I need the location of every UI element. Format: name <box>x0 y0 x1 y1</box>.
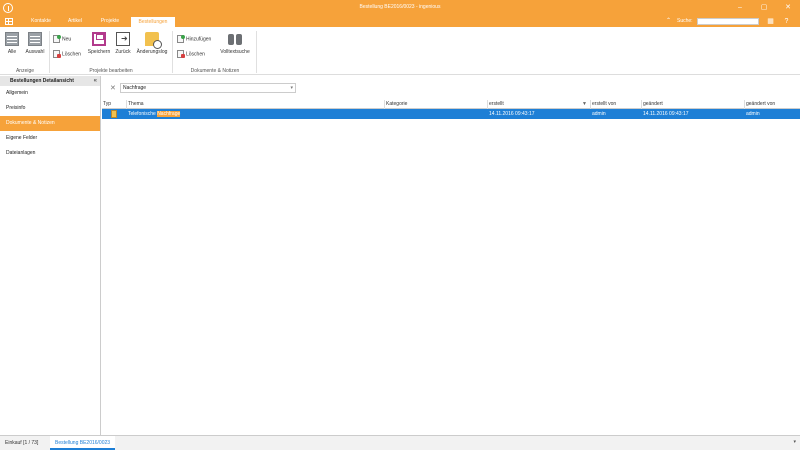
clear-filter-icon[interactable]: ✕ <box>110 84 116 92</box>
change-log-icon <box>145 32 162 49</box>
cell-kategorie <box>385 109 488 119</box>
zurueck-button-label: Zurück <box>115 49 131 55</box>
window-title: Bestellung BE2016/0023 - ingenious <box>359 4 441 10</box>
maximize-icon[interactable]: ▢ <box>756 2 772 13</box>
zurueck-button[interactable]: Zurück <box>113 32 133 55</box>
aenderungslog-button-label: Änderungslog <box>136 49 168 55</box>
dokument-loeschen-button-label: Löschen <box>186 51 205 58</box>
group-label-dokumente: Dokumente & Notizen <box>190 68 240 74</box>
neu-button-label: Neu <box>62 36 72 43</box>
minimize-icon[interactable]: – <box>732 2 748 13</box>
sidebar-item-dateianlagen[interactable]: Dateianlagen <box>0 146 100 161</box>
col-erstellt-label: erstellt <box>489 101 504 107</box>
aenderungslog-button[interactable]: Änderungslog <box>134 32 170 55</box>
sort-desc-icon: ▼ <box>582 101 587 107</box>
hinzufuegen-button-label: Hinzufügen <box>186 36 212 43</box>
neu-button[interactable]: Neu <box>53 35 71 43</box>
tab-projekte[interactable]: Projekte <box>93 16 127 27</box>
table-row[interactable]: Telefonische Nachfrage 14.11.2016 09:43:… <box>102 109 800 119</box>
app-menu-icon[interactable] <box>5 18 13 25</box>
help-icon[interactable]: ? <box>782 17 791 26</box>
tab-kontakte[interactable]: Kontakte <box>25 16 57 27</box>
tab-bestellungen[interactable]: Bestellungen <box>130 16 176 27</box>
sidebar-title: Bestellungen Detailansicht <box>10 78 74 84</box>
col-typ[interactable]: Typ <box>102 100 127 109</box>
volltextsuche-button-label: Volltextsuche <box>220 49 250 55</box>
speichern-button-label: Speichern <box>87 49 111 55</box>
group-label-anzeige: Anzeige <box>15 68 35 74</box>
speichern-button[interactable]: Speichern <box>86 32 112 55</box>
collapse-sidebar-icon[interactable]: « <box>94 76 97 86</box>
col-geaendert-von[interactable]: geändert von <box>745 100 800 109</box>
auswahl-button[interactable]: Auswahl <box>24 32 46 55</box>
col-kategorie[interactable]: Kategorie <box>385 100 488 109</box>
volltextsuche-button[interactable]: Volltextsuche <box>218 32 252 55</box>
ribbon: Alle Auswahl Anzeige Neu Löschen Speiche… <box>0 27 800 75</box>
add-document-icon <box>177 35 185 43</box>
notes-table: Typ Thema Kategorie erstellt ▼ erstellt … <box>102 100 800 119</box>
chevron-down-icon[interactable]: ▾ <box>793 439 796 445</box>
loeschen-button-label: Löschen <box>62 51 81 58</box>
filter-bar: ✕ Nachfrage ▾ <box>102 76 800 100</box>
dokument-loeschen-button[interactable]: Löschen <box>177 50 205 58</box>
col-erstellt-von[interactable]: erstellt von <box>591 100 642 109</box>
settings-icon[interactable]: ▦ <box>766 17 775 26</box>
group-separator <box>172 31 173 73</box>
alle-button-label: Alle <box>7 49 17 55</box>
ribbon-tab-row: Kontakte Artikel Projekte Bestellungen ⌃… <box>0 16 800 27</box>
group-separator <box>49 31 50 73</box>
delete-document-icon <box>53 50 61 58</box>
col-erstellt[interactable]: erstellt ▼ <box>488 100 591 109</box>
sidebar-item-dokumente[interactable]: Dokumente & Notizen <box>0 116 100 131</box>
collapse-ribbon-icon[interactable]: ⌃ <box>666 17 671 24</box>
group-separator <box>256 31 257 73</box>
chevron-down-icon[interactable]: ▾ <box>290 84 293 92</box>
delete-note-icon <box>177 50 185 58</box>
cell-thema: Telefonische Nachfrage <box>127 109 385 119</box>
cell-geaendert-von: admin <box>746 111 760 117</box>
cell-erstellt-von: admin <box>592 111 606 117</box>
grid-selection-icon <box>28 32 42 46</box>
sidebar-item-eigene-felder[interactable]: Eigene Felder <box>0 131 100 146</box>
tab-artikel[interactable]: Artikel <box>60 16 90 27</box>
sidebar-item-allgemein[interactable]: Allgemein <box>0 86 100 101</box>
cell-geaendert: 14.11.2016 09:43:17 <box>643 111 689 117</box>
detail-sidebar: Bestellungen Detailansicht « Allgemein P… <box>0 76 101 435</box>
new-document-icon <box>53 35 61 43</box>
doc-tab-einkauf[interactable]: Einkauf [1 / 73] <box>0 436 43 450</box>
group-label-projekte: Projekte bearbeiten <box>89 68 133 74</box>
search-label: Suche: <box>677 18 693 24</box>
thema-text: Telefonische <box>128 111 158 117</box>
back-icon <box>116 32 130 46</box>
document-tab-bar: Einkauf [1 / 73] Bestellung BE2016/0023 … <box>0 435 800 450</box>
sidebar-item-preisinfo[interactable]: Preisinfo <box>0 101 100 116</box>
doc-tab-bestellung[interactable]: Bestellung BE2016/0023 <box>50 436 116 450</box>
loeschen-button[interactable]: Löschen <box>53 50 81 58</box>
alle-button[interactable]: Alle <box>4 32 20 55</box>
save-icon <box>92 32 106 46</box>
search-input[interactable] <box>697 18 759 25</box>
title-bar: Bestellung BE2016/0023 - ingenious – ▢ ✕ <box>0 0 800 16</box>
binoculars-icon <box>227 32 243 46</box>
grid-all-icon <box>5 32 19 46</box>
note-icon <box>111 110 117 118</box>
filter-value: Nachfrage <box>123 85 147 91</box>
sidebar-header: Bestellungen Detailansicht « <box>0 76 100 86</box>
close-icon[interactable]: ✕ <box>780 2 796 13</box>
search-highlight: Nachfrage <box>157 111 181 117</box>
auswahl-button-label: Auswahl <box>25 49 45 55</box>
hinzufuegen-button[interactable]: Hinzufügen <box>177 35 211 43</box>
filter-input[interactable]: Nachfrage ▾ <box>120 83 296 93</box>
table-header: Typ Thema Kategorie erstellt ▼ erstellt … <box>102 100 800 109</box>
cell-erstellt: 14.11.2016 09:43:17 <box>489 111 535 117</box>
col-geaendert[interactable]: geändert <box>642 100 745 109</box>
col-thema[interactable]: Thema <box>127 100 385 109</box>
